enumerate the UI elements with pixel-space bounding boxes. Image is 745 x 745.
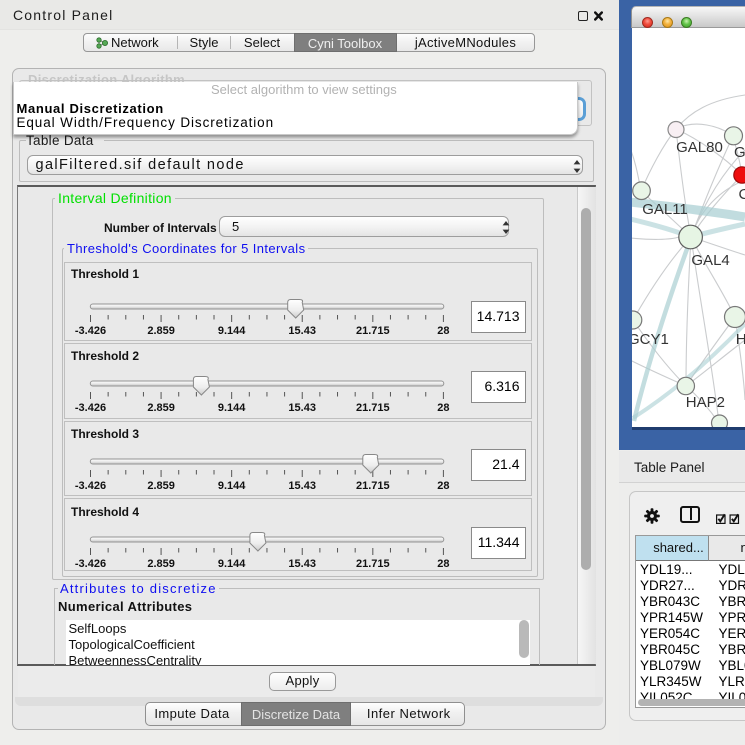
- svg-text:2.859: 2.859: [147, 402, 175, 413]
- svg-text:GAL11: GAL11: [642, 201, 688, 218]
- svg-text:28: 28: [437, 558, 449, 569]
- svg-text:-3.426: -3.426: [75, 402, 106, 413]
- svg-text:9.144: 9.144: [218, 402, 246, 413]
- svg-text:9.144: 9.144: [218, 480, 246, 491]
- svg-text:21.715: 21.715: [356, 402, 390, 413]
- svg-text:9.144: 9.144: [218, 325, 246, 336]
- svg-text:28: 28: [437, 402, 449, 413]
- svg-text:9.144: 9.144: [218, 558, 246, 569]
- svg-text:-3.426: -3.426: [75, 325, 106, 336]
- svg-text:H: H: [736, 331, 745, 348]
- svg-text:HAP2: HAP2: [686, 394, 725, 411]
- svg-text:-3.426: -3.426: [75, 480, 106, 491]
- svg-text:2.859: 2.859: [147, 480, 175, 491]
- svg-text:21.715: 21.715: [356, 480, 390, 491]
- svg-text:GA: GA: [734, 144, 745, 161]
- svg-text:GAL80: GAL80: [676, 139, 723, 156]
- svg-text:28: 28: [437, 480, 449, 491]
- svg-text:21.715: 21.715: [356, 325, 390, 336]
- svg-text:GAL4: GAL4: [691, 252, 729, 269]
- svg-text:15.43: 15.43: [288, 480, 316, 491]
- svg-text:28: 28: [437, 325, 449, 336]
- svg-text:2.859: 2.859: [147, 325, 175, 336]
- svg-text:C: C: [739, 186, 745, 203]
- svg-text:15.43: 15.43: [288, 402, 316, 413]
- svg-text:2.859: 2.859: [147, 558, 175, 569]
- svg-text:21.715: 21.715: [356, 558, 390, 569]
- svg-text:GCY1: GCY1: [632, 331, 669, 348]
- svg-text:15.43: 15.43: [288, 558, 316, 569]
- svg-text:15.43: 15.43: [288, 325, 316, 336]
- svg-text:-3.426: -3.426: [75, 558, 106, 569]
